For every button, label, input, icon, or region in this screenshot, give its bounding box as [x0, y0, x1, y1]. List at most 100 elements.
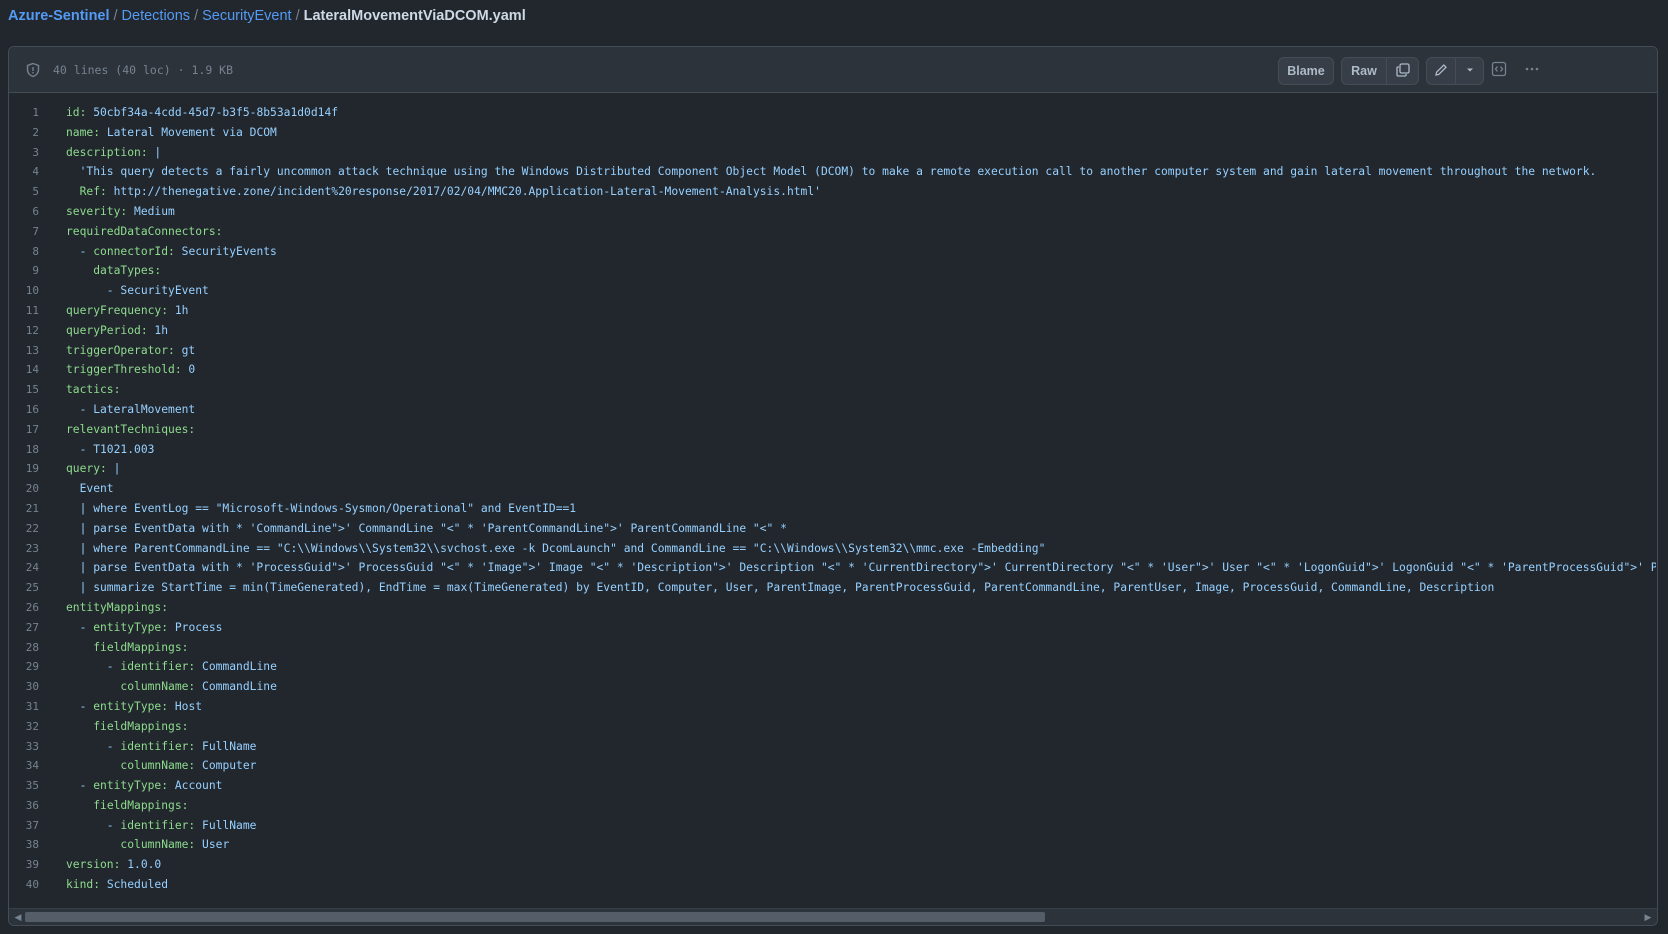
line-number[interactable]: 7	[9, 222, 39, 242]
line-number[interactable]: 36	[9, 796, 39, 816]
line-number[interactable]: 22	[9, 519, 39, 539]
line-text: - identifier: FullName	[66, 739, 257, 753]
code-line: 30 columnName: CommandLine	[9, 677, 1657, 697]
line-number[interactable]: 3	[9, 143, 39, 163]
scroll-left-icon[interactable]: ◀	[11, 910, 25, 924]
line-text: Ref: http://thenegative.zone/incident%20…	[79, 185, 821, 199]
line-number[interactable]: 23	[9, 539, 39, 559]
code-line: 13 triggerOperator: gt	[9, 341, 1657, 361]
line-number[interactable]: 32	[9, 717, 39, 737]
line-number[interactable]: 12	[9, 321, 39, 341]
code-line: 12 queryPeriod: 1h	[9, 321, 1657, 341]
line-text: queryFrequency: 1h	[66, 303, 189, 317]
code-line: 9 dataTypes:	[9, 261, 1657, 281]
raw-button[interactable]: Raw	[1341, 57, 1387, 85]
edit-button[interactable]	[1426, 57, 1456, 85]
line-text: name: Lateral Movement via DCOM	[66, 125, 277, 139]
code-line: 32 fieldMappings:	[9, 717, 1657, 737]
line-number[interactable]: 17	[9, 420, 39, 440]
code-line: 24 | parse EventData with * 'ProcessGuid…	[9, 558, 1657, 578]
line-text: triggerOperator: gt	[66, 343, 196, 357]
code-line: 35 - entityType: Account	[9, 776, 1657, 796]
line-number[interactable]: 13	[9, 341, 39, 361]
line-number[interactable]: 4	[9, 162, 39, 182]
code-line: 7 requiredDataConnectors:	[9, 222, 1657, 242]
breadcrumb-detections-link[interactable]: Detections	[122, 8, 191, 24]
line-number[interactable]: 38	[9, 835, 39, 855]
line-number[interactable]: 37	[9, 816, 39, 836]
line-number[interactable]: 2	[9, 123, 39, 143]
code-line: 27 - entityType: Process	[9, 618, 1657, 638]
copy-raw-button[interactable]	[1387, 57, 1419, 85]
line-number[interactable]: 27	[9, 618, 39, 638]
edit-dropdown-button[interactable]	[1456, 57, 1484, 85]
code-line: 3 description: |	[9, 143, 1657, 163]
code-line: 14 triggerThreshold: 0	[9, 360, 1657, 380]
symbols-button[interactable]	[1484, 57, 1514, 85]
line-number[interactable]: 31	[9, 697, 39, 717]
line-text: fieldMappings:	[93, 719, 189, 733]
line-text: | summarize StartTime = min(TimeGenerate…	[66, 581, 1495, 595]
breadcrumb-repo-link[interactable]: Azure-Sentinel	[8, 8, 110, 24]
line-number[interactable]: 40	[9, 875, 39, 895]
line-text: version: 1.0.0	[66, 858, 162, 872]
line-number[interactable]: 30	[9, 677, 39, 697]
kebab-icon	[1524, 61, 1540, 82]
shield-icon[interactable]	[25, 62, 41, 78]
line-number[interactable]: 33	[9, 737, 39, 757]
line-number[interactable]: 24	[9, 558, 39, 578]
horizontal-scrollbar[interactable]: ◀ ▶	[9, 908, 1657, 925]
line-number[interactable]: 29	[9, 657, 39, 677]
line-number[interactable]: 18	[9, 440, 39, 460]
line-number[interactable]: 1	[9, 103, 39, 123]
code-line: 34 columnName: Computer	[9, 756, 1657, 776]
line-number[interactable]: 9	[9, 261, 39, 281]
file-viewer: 40 lines (40 loc) · 1.9 KB Blame Raw 1 i…	[8, 46, 1658, 926]
line-text: entityMappings:	[66, 600, 169, 614]
line-number[interactable]: 16	[9, 400, 39, 420]
line-number[interactable]: 6	[9, 202, 39, 222]
line-number[interactable]: 21	[9, 499, 39, 519]
scrollbar-thumb[interactable]	[25, 912, 1045, 922]
line-text: requiredDataConnectors:	[66, 224, 223, 238]
raw-button-label: Raw	[1351, 64, 1377, 78]
line-number[interactable]: 39	[9, 855, 39, 875]
line-number[interactable]: 11	[9, 301, 39, 321]
line-number[interactable]: 15	[9, 380, 39, 400]
line-text: - entityType: Host	[66, 699, 203, 713]
raw-copy-group: Raw	[1341, 57, 1419, 85]
code-line: 6 severity: Medium	[9, 202, 1657, 222]
more-options-button[interactable]	[1517, 57, 1547, 85]
line-number[interactable]: 20	[9, 479, 39, 499]
breadcrumb-securityevent-link[interactable]: SecurityEvent	[202, 8, 291, 24]
line-number[interactable]: 19	[9, 459, 39, 479]
line-number[interactable]: 14	[9, 360, 39, 380]
code-line: 33 - identifier: FullName	[9, 737, 1657, 757]
line-text: kind: Scheduled	[66, 878, 169, 892]
line-text: id: 50cbf34a-4cdd-45d7-b3f5-8b53a1d0d14f	[66, 106, 339, 119]
line-number[interactable]: 28	[9, 638, 39, 658]
line-number[interactable]: 5	[9, 182, 39, 202]
line-number[interactable]: 35	[9, 776, 39, 796]
code-line: 28 fieldMappings:	[9, 638, 1657, 658]
line-text: - T1021.003	[66, 442, 155, 456]
code-line: 37 - identifier: FullName	[9, 816, 1657, 836]
line-text: dataTypes:	[93, 264, 162, 278]
scroll-right-icon[interactable]: ▶	[1641, 910, 1655, 924]
code-line: 20 Event	[9, 479, 1657, 499]
line-number[interactable]: 25	[9, 578, 39, 598]
code-view[interactable]: 1 id: 50cbf34a-4cdd-45d7-b3f5-8b53a1d0d14…	[9, 103, 1657, 895]
line-text: columnName: CommandLine	[120, 680, 277, 694]
line-text: tactics:	[66, 383, 121, 397]
line-number[interactable]: 10	[9, 281, 39, 301]
line-text: fieldMappings:	[93, 798, 189, 812]
line-number[interactable]: 34	[9, 756, 39, 776]
code-line: 18 - T1021.003	[9, 440, 1657, 460]
line-text: - identifier: CommandLine	[66, 660, 277, 674]
code-square-icon	[1491, 61, 1507, 82]
line-number[interactable]: 8	[9, 242, 39, 262]
line-text: Event	[66, 482, 114, 496]
line-number[interactable]: 26	[9, 598, 39, 618]
code-line: 31 - entityType: Host	[9, 697, 1657, 717]
blame-button[interactable]: Blame	[1278, 57, 1334, 85]
